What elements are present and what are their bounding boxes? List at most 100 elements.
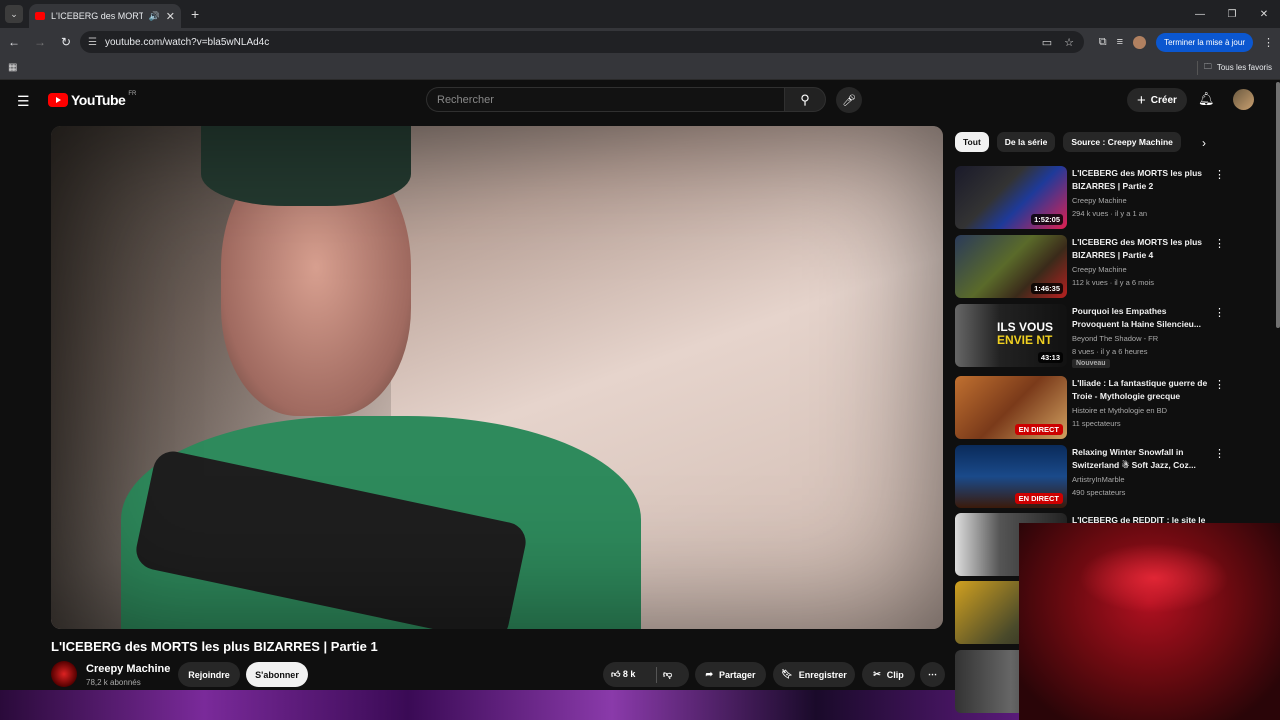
cast-icon[interactable]: ▭ [1042,36,1052,49]
recommendation-title[interactable]: Relaxing Winter Snowfall in Switzerland … [1072,446,1210,472]
bookmarks-divider [1197,60,1198,75]
chips-next-chevron-icon[interactable]: › [1202,136,1206,150]
recommendation-meta: 11 spectateurs [1072,419,1121,428]
recommendation-title[interactable]: L'Iliade : La fantastique guerre de Troi… [1072,377,1210,403]
recommendation-channel[interactable]: Histoire et Mythologie en BD [1072,406,1167,415]
extensions-icon[interactable]: ⧉ [1099,36,1107,49]
restore-icon[interactable]: ❐ [1216,0,1248,28]
microphone-icon: 🎤︎ [842,94,856,107]
video-player[interactable] [51,126,943,629]
back-icon[interactable]: ← [2,35,26,49]
browser-menu-icon[interactable]: ⋮ [1263,36,1274,49]
channel-name[interactable]: Creepy Machine [86,663,170,675]
video-thumbnail[interactable]: EN DIRECT [955,445,1067,508]
dislike-icon[interactable]: 👎︎ [663,669,672,680]
youtube-header: ☰ YouTube FR Rechercher ⚲ 🎤︎ + Créer 🔔︎ [0,80,1280,120]
forward-icon[interactable]: → [28,35,52,49]
scissors-icon: ✂ [873,669,881,679]
new-tab-button[interactable]: + [191,6,199,22]
address-bar[interactable]: ☰ youtube.com/watch?v=bla5wNLAd4c ▭ ☆ [80,31,1084,53]
logo-text: YouTube [71,92,126,108]
like-dislike-group: 👍︎ 8 k 👎︎ [603,662,689,687]
chip-series[interactable]: De la série [996,132,1056,152]
kebab-menu-icon[interactable]: ⋮ [1214,237,1225,250]
recommendation-meta: 294 k vues · il y a 1 an [1072,209,1148,218]
browser-tab-active[interactable]: L'ICEBERG des MORTS les p 🔊 ✕ [29,4,181,28]
clip-label: Clip [886,669,904,680]
kebab-menu-icon[interactable]: ⋮ [1214,378,1225,391]
reload-icon[interactable]: ↻ [54,35,78,49]
all-bookmarks-label: Tous les favoris [1216,63,1272,72]
recommendation-item[interactable]: EN DIRECT Relaxing Winter Snowfall in Sw… [955,445,1275,509]
video-thumbnail[interactable]: 1:52:05 [955,166,1067,229]
window-controls: — ❐ ✕ [1184,0,1280,28]
save-label: Enregistrer [798,669,847,680]
folder-icon: 🗀 [1203,61,1212,71]
video-thumbnail[interactable]: ILS VOUS ENVIE NT 43:13 [955,304,1067,367]
video-thumbnail[interactable]: 1:46:35 [955,235,1067,298]
recommendation-channel[interactable]: Beyond The Shadow - FR [1072,334,1158,343]
youtube-logo[interactable]: YouTube FR [48,91,137,108]
user-avatar[interactable] [1233,89,1254,110]
url-text: youtube.com/watch?v=bla5wNLAd4c [104,36,270,48]
search-input[interactable]: Rechercher [426,87,784,112]
tab-close-icon[interactable]: ✕ [166,10,175,23]
recommendation-channel[interactable]: Creepy Machine [1072,196,1127,205]
search-icon: ⚲ [800,91,810,107]
recommendation-item[interactable]: ILS VOUS ENVIE NT 43:13 Pourquoi les Empa… [955,304,1275,368]
bookmark-star-icon[interactable]: ☆ [1064,36,1074,49]
recommendation-item[interactable]: 1:46:35 L'ICEBERG des MORTS les plus BIZ… [955,235,1275,299]
voice-search-button[interactable]: 🎤︎ [836,87,862,113]
more-actions-button[interactable]: ⋯ [920,662,945,687]
more-dots-icon: ⋯ [928,669,937,679]
kebab-menu-icon[interactable]: ⋮ [1214,447,1225,460]
recommendation-item[interactable]: 1:52:05 L'ICEBERG des MORTS les plus BIZ… [955,166,1275,230]
kebab-menu-icon[interactable]: ⋮ [1214,306,1225,319]
create-button[interactable]: + Créer [1127,88,1187,112]
recommendation-title[interactable]: L'ICEBERG des MORTS les plus BIZARRES | … [1072,236,1210,262]
kebab-menu-icon[interactable]: ⋮ [1214,168,1225,181]
thumbnail-text: ILS VOUS ENVIE NT [997,321,1053,347]
recommendation-meta: 112 k vues · il y a 6 mois [1072,278,1154,287]
subscriber-count: 78,2 k abonnés [86,678,141,687]
notifications-bell-icon[interactable]: 🔔︎ [1198,91,1215,107]
create-label: Créer [1150,94,1177,106]
all-bookmarks[interactable]: 🗀 Tous les favoris [1204,61,1272,75]
subscribe-button[interactable]: S'abonner [246,662,308,687]
recommendation-title[interactable]: L'ICEBERG des MORTS les plus BIZARRES | … [1072,167,1210,193]
share-button[interactable]: ➦ Partager [695,662,766,687]
webcam-light-glow [1079,543,1229,613]
browser-tab-bar: ⌄ L'ICEBERG des MORTS les p 🔊 ✕ + — ❐ ✕ [0,0,1280,28]
tab-search-chevron-icon[interactable]: ⌄ [5,5,23,23]
clip-button[interactable]: ✂ Clip [862,662,915,687]
video-thumbnail[interactable]: EN DIRECT [955,376,1067,439]
menu-hamburger-icon[interactable]: ☰ [17,93,30,110]
apps-grid-icon[interactable]: ▦ [8,62,17,73]
search-button[interactable]: ⚲ [784,87,826,112]
chip-source[interactable]: Source : Creepy Machine [1063,132,1181,152]
recommendation-title[interactable]: Pourquoi les Empathes Provoquent la Hain… [1072,305,1210,331]
live-badge: EN DIRECT [1014,493,1063,504]
recommendation-channel[interactable]: Creepy Machine [1072,265,1127,274]
update-button[interactable]: Terminer la mise à jour [1156,32,1253,52]
recommendation-channel[interactable]: ArtistryInMarble [1072,475,1125,484]
audio-playing-icon[interactable]: 🔊 [149,11,160,22]
channel-avatar[interactable] [51,661,77,687]
site-info-icon[interactable]: ☰ [88,37,97,48]
recommendation-item[interactable]: EN DIRECT L'Iliade : La fantastique guer… [955,376,1275,440]
join-button[interactable]: Rejoindre [178,662,240,687]
share-arrow-icon: ➦ [705,669,713,679]
chip-all[interactable]: Tout [955,132,989,152]
like-button[interactable]: 👍︎ 8 k [611,669,635,680]
region-code: FR [128,91,137,97]
reading-list-icon[interactable]: ≡ [1117,36,1123,48]
close-window-icon[interactable]: ✕ [1248,0,1280,28]
video-title: L'ICEBERG des MORTS les plus BIZARRES | … [51,639,378,654]
minimize-icon[interactable]: — [1184,0,1216,28]
recommendation-meta: 490 spectateurs [1072,488,1126,497]
webcam-overlay [1019,523,1280,720]
page-scrollbar[interactable] [1276,82,1280,328]
tab-title: L'ICEBERG des MORTS les p [51,11,143,21]
profile-avatar[interactable] [1133,35,1147,49]
save-button[interactable]: 🔖︎ Enregistrer [773,662,855,687]
